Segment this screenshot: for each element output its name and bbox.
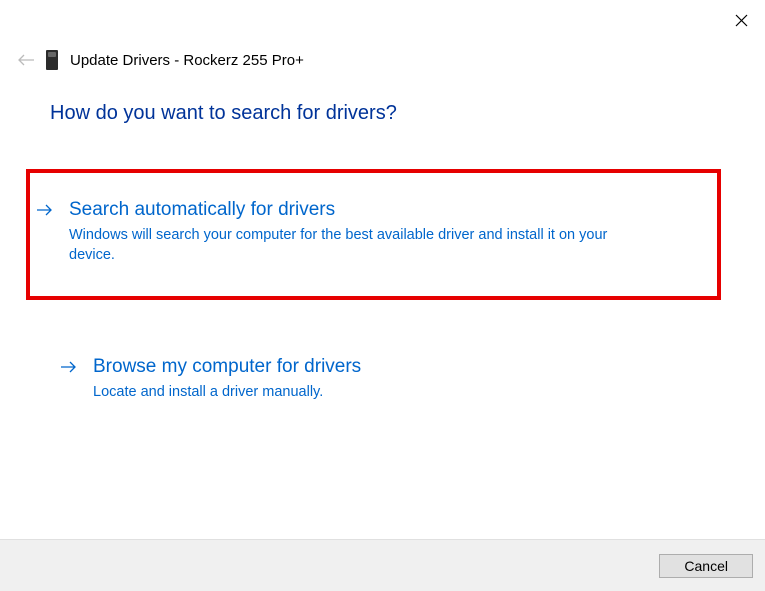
dialog-header: Update Drivers - Rockerz 255 Pro+ <box>0 0 765 70</box>
option-title: Browse my computer for drivers <box>93 356 361 378</box>
option-title: Search automatically for drivers <box>69 199 629 221</box>
option-search-automatically[interactable]: Search automatically for drivers Windows… <box>26 169 721 300</box>
option-text: Search automatically for drivers Windows… <box>69 199 629 266</box>
close-icon <box>735 14 748 27</box>
arrow-left-icon <box>18 54 34 66</box>
update-drivers-dialog: Update Drivers - Rockerz 255 Pro+ How do… <box>0 0 765 591</box>
back-button <box>18 54 34 66</box>
dialog-title: Update Drivers - Rockerz 255 Pro+ <box>70 52 304 69</box>
option-description: Locate and install a driver manually. <box>93 382 361 402</box>
arrow-right-icon <box>36 203 53 222</box>
option-browse-computer[interactable]: Browse my computer for drivers Locate an… <box>50 340 715 418</box>
device-icon <box>46 50 58 70</box>
question-heading: How do you want to search for drivers? <box>50 102 715 125</box>
close-button[interactable] <box>731 10 751 30</box>
dialog-footer: Cancel <box>0 539 765 591</box>
cancel-button[interactable]: Cancel <box>659 554 753 578</box>
options-list: Search automatically for drivers Windows… <box>50 169 715 418</box>
option-text: Browse my computer for drivers Locate an… <box>93 356 361 402</box>
option-description: Windows will search your computer for th… <box>69 225 629 266</box>
dialog-content: How do you want to search for drivers? S… <box>0 70 765 539</box>
arrow-right-icon <box>60 360 77 379</box>
